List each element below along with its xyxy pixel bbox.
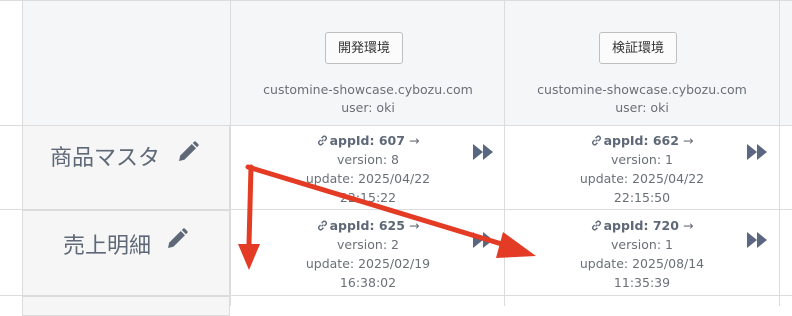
update-time-text: 22:15:50 (613, 190, 671, 205)
appid-link[interactable]: appId: 720 → (505, 216, 779, 235)
env-button-staging[interactable]: 検証環境 (599, 32, 678, 64)
env-button-dev[interactable]: 開発環境 (325, 32, 404, 64)
version-text: version: 2 (337, 237, 399, 252)
env-host-dev: customine-showcase.cybozu.com (263, 82, 473, 97)
appid-link[interactable]: appId: 662 → (505, 131, 779, 150)
arrow-glyph: → (682, 133, 694, 148)
app-cell-dev: appId: 625 → version: 2 update: 2025/02/… (231, 216, 505, 292)
app-cell-staging: appId: 720 → version: 1 update: 2025/08/… (505, 216, 779, 292)
appid-label: appId: 625 (329, 218, 405, 233)
app-cell-dev: appId: 607 → version: 8 update: 2025/04/… (231, 131, 505, 207)
env-user-dev: user: oki (341, 100, 395, 115)
row-label: 売上明細 (63, 234, 152, 259)
update-time-text: 22:15:22 (339, 190, 397, 205)
corner-header-cell (22, 0, 230, 125)
env-host-staging: customine-showcase.cybozu.com (537, 82, 747, 97)
update-text: update: 2025/02/19 (305, 256, 431, 271)
env-header-next (780, 0, 792, 125)
appid-link[interactable]: appId: 625 → (231, 216, 505, 235)
appid-link[interactable]: appId: 607 → (231, 131, 505, 150)
update-time-text: 11:35:39 (613, 275, 671, 290)
update-text: update: 2025/04/22 (305, 171, 431, 186)
arrow-glyph: → (408, 133, 420, 148)
row-label-cell (22, 296, 230, 316)
version-text: version: 1 (611, 152, 673, 167)
fast-forward-icon[interactable] (472, 231, 494, 249)
arrow-glyph: → (408, 218, 420, 233)
link-icon (317, 135, 327, 146)
update-time-text: 16:38:02 (339, 275, 397, 290)
app-comparison-table: 開発環境 customine-showcase.cybozu.com user:… (0, 0, 792, 316)
version-text: version: 8 (337, 152, 399, 167)
link-icon (317, 220, 327, 231)
appid-label: appId: 662 (603, 133, 679, 148)
appid-label: appId: 720 (603, 218, 679, 233)
env-user-staging: user: oki (615, 100, 669, 115)
row-label: 商品マスタ (50, 146, 161, 171)
app-cell-staging: appId: 662 → version: 1 update: 2025/04/… (505, 131, 779, 207)
version-text: version: 1 (611, 237, 673, 252)
pencil-icon[interactable] (176, 140, 200, 164)
fast-forward-icon[interactable] (746, 231, 768, 249)
update-text: update: 2025/08/14 (579, 256, 705, 271)
link-icon (591, 220, 601, 231)
pencil-icon[interactable] (165, 227, 189, 251)
link-icon (591, 135, 601, 146)
update-text: update: 2025/04/22 (579, 171, 705, 186)
fast-forward-icon[interactable] (746, 143, 768, 161)
arrow-glyph: → (682, 218, 694, 233)
fast-forward-icon[interactable] (472, 143, 494, 161)
appid-label: appId: 607 (329, 133, 405, 148)
